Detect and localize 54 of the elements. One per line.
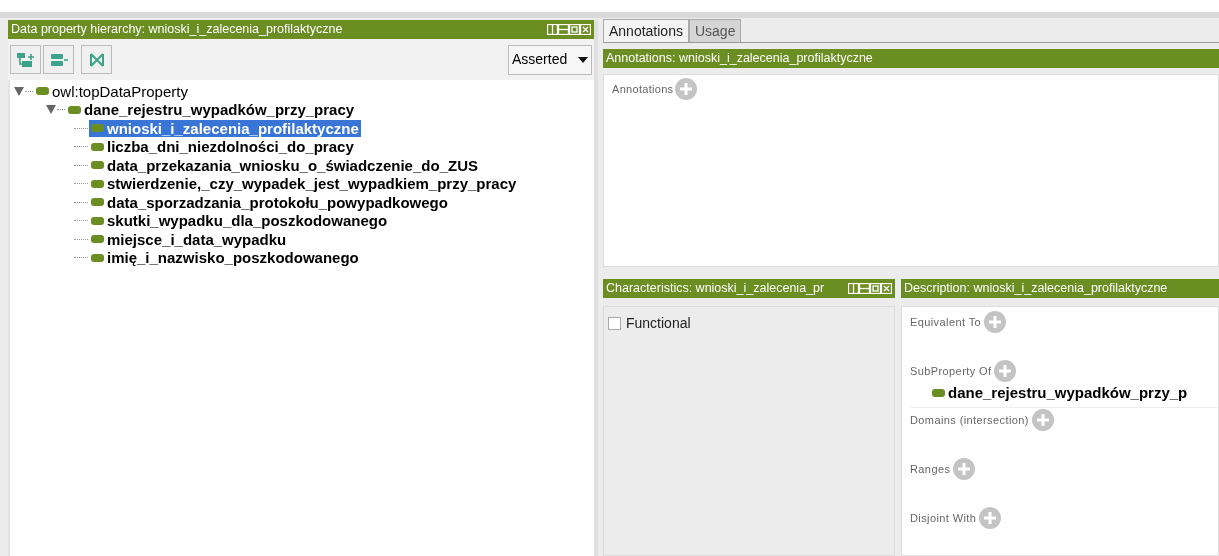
property-icon <box>91 161 104 170</box>
tree-item[interactable]: miejsce_i_data_wypadku <box>89 230 289 248</box>
property-icon <box>91 216 104 225</box>
subproperty-item[interactable]: dane_rejestru_wypadków_przy_p <box>948 382 1188 405</box>
property-icon <box>91 253 104 262</box>
delete-icon <box>88 51 105 68</box>
property-icon <box>91 124 104 133</box>
add-icon[interactable] <box>984 311 1007 333</box>
checkbox[interactable] <box>608 317 621 330</box>
add-icon[interactable] <box>953 458 976 480</box>
tab[interactable]: Annotations <box>603 19 689 42</box>
panel-controls-icon[interactable] <box>848 283 892 294</box>
add-sibling-button[interactable] <box>43 45 74 74</box>
delete-button[interactable] <box>81 45 112 74</box>
panel-title: Description: wnioski_i_zalecenia_profilaktyczne <box>904 280 1169 298</box>
tree-item[interactable]: imię_i_nazwisko_poszkodowanego <box>89 249 361 267</box>
view-mode-dropdown[interactable]: Asserted <box>508 44 592 75</box>
property-icon <box>91 179 104 188</box>
property-icon <box>932 389 945 398</box>
section-label: Annotations <box>612 81 674 97</box>
tree-item[interactable]: liczba_dni_niezdolności_do_pracy <box>89 138 356 156</box>
checkbox-label: Functional <box>626 314 691 333</box>
panel-title: Data property hierarchy: wnioski_i_zalecenia_profilaktyczne <box>11 21 344 39</box>
add-subproperty-button[interactable] <box>10 45 41 74</box>
tab[interactable]: Usage <box>688 19 742 42</box>
panel-title: Annotations: wnioski_i_zalecenia_profilaktyczne <box>606 50 874 68</box>
tree-item[interactable]: owl:topDataProperty <box>34 82 190 100</box>
panel-controls-icon[interactable] <box>547 24 591 35</box>
property-icon <box>91 142 104 151</box>
section-label: Disjoint With <box>910 510 977 526</box>
property-icon <box>36 87 49 96</box>
add-icon[interactable] <box>675 78 698 100</box>
property-icon <box>91 235 104 244</box>
add-icon[interactable] <box>1031 409 1054 431</box>
tree-item[interactable]: skutki_wypadku_dla_poszkodowanego <box>89 212 390 230</box>
tree-item[interactable]: wnioski_i_zalecenia_profilaktyczne <box>89 119 361 137</box>
dropdown-arrow-icon <box>578 56 588 63</box>
section-label: Domains (intersection) <box>910 412 1029 428</box>
tree-item[interactable]: data_sporzadzania_protokołu_powypadkowego <box>89 193 450 211</box>
tree-item[interactable]: stwierdzenie,_czy_wypadek_jest_wypadkiem_przy_pracy <box>89 175 519 193</box>
add-icon[interactable] <box>994 360 1017 382</box>
section-label: Equivalent To <box>910 314 982 330</box>
section-label: SubProperty Of <box>910 363 992 379</box>
sibling-add-icon <box>49 52 68 67</box>
hierarchy-add-icon <box>16 52 35 67</box>
add-icon[interactable] <box>979 507 1002 529</box>
collapse-arrow-icon[interactable] <box>46 105 56 115</box>
property-icon <box>91 198 104 207</box>
section-label: Ranges <box>910 461 951 477</box>
property-icon <box>68 105 81 114</box>
tree-item[interactable]: dane_rejestru_wypadków_przy_pracy <box>66 101 357 119</box>
tree-item[interactable]: data_przekazania_wniosku_o_świadczenie_do_ZUS <box>89 156 480 174</box>
collapse-arrow-icon[interactable] <box>14 86 24 96</box>
panel-title: Characteristics: wnioski_i_zalecenia_pr <box>606 280 826 298</box>
